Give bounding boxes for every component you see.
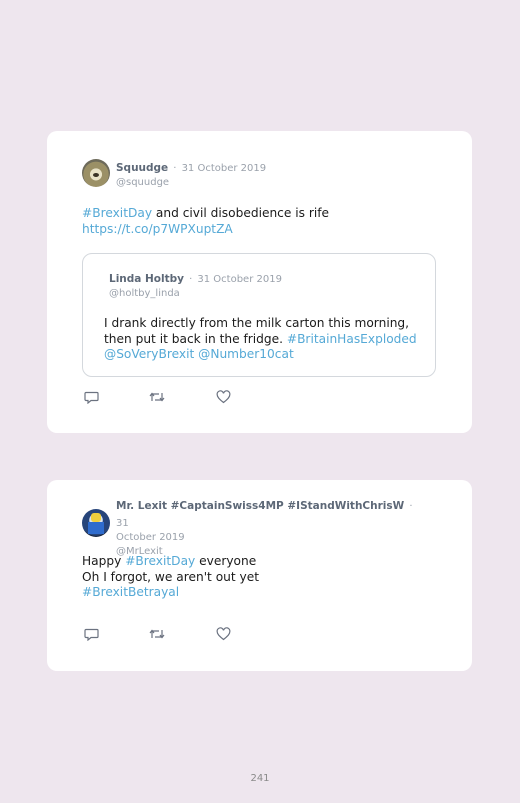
avatar-snout (93, 173, 99, 177)
hashtag-link[interactable]: #BrexitBetrayal (82, 585, 179, 599)
quoted-tweet-date[interactable]: 31 October 2019 (197, 274, 282, 285)
tweet-actions (83, 626, 281, 642)
like-button[interactable] (215, 389, 231, 405)
retweet-button[interactable] (149, 389, 165, 405)
reply-icon (83, 391, 99, 404)
quoted-author-handle[interactable]: @holtby_linda (109, 287, 282, 301)
page-number: 241 (250, 773, 270, 784)
avatar-body (88, 522, 104, 534)
tweet-actions (83, 389, 281, 405)
tweet-line-2: Oh I forgot, we aren't out yet (82, 569, 260, 584)
author-name[interactable]: Squudge (116, 162, 168, 174)
quoted-tweet[interactable]: Linda Holtby · 31 October 2019 @holtby_l… (82, 253, 436, 377)
avatar[interactable] (82, 509, 110, 537)
quoted-author-name[interactable]: Linda Holtby (109, 273, 184, 285)
quoted-author-meta: Linda Holtby · 31 October 2019 @holtby_l… (109, 270, 282, 301)
author-name[interactable]: Mr. Lexit #CaptainSwiss4MP #IStandWithCh… (116, 500, 404, 512)
mention-link[interactable]: @Number10cat (198, 347, 294, 361)
tweet-header: Mr. Lexit #CaptainSwiss4MP #IStandWithCh… (82, 497, 416, 559)
url-link[interactable]: https://t.co/p7WPXuptZA (82, 222, 233, 236)
tweet-text: Happy #BrexitDay everyone Oh I forgot, w… (82, 554, 259, 601)
tweet-date[interactable]: 31 October 2019 (182, 163, 267, 174)
tweet-body-text: and civil disobedience is rife (152, 206, 330, 220)
reply-button[interactable] (83, 626, 99, 642)
hashtag-link[interactable]: #BritainHasExploded (287, 332, 417, 346)
quoted-line-1: I drank directly from the milk carton th… (104, 316, 410, 330)
tweet-card: Squudge · 31 October 2019 @squudge #Brex… (47, 131, 472, 433)
avatar-head (91, 513, 101, 522)
author-meta: Mr. Lexit #CaptainSwiss4MP #IStandWithCh… (116, 497, 416, 559)
hashtag-link[interactable]: #BrexitDay (82, 206, 152, 220)
quoted-tweet-text: I drank directly from the milk carton th… (104, 316, 417, 363)
author-meta: Squudge · 31 October 2019 @squudge (116, 159, 266, 190)
tweet-text: #BrexitDay and civil disobedience is rif… (82, 206, 329, 237)
retweet-button[interactable] (149, 626, 165, 642)
tweet-header: Squudge · 31 October 2019 @squudge (82, 159, 266, 190)
separator-dot: · (409, 501, 413, 512)
separator-dot: · (173, 163, 177, 174)
tweet-date-part[interactable]: 31 (116, 518, 129, 529)
retweet-icon (149, 392, 165, 402)
like-icon (216, 390, 230, 404)
quoted-line-2: then put it back in the fridge. (104, 331, 287, 346)
tweet-card: Mr. Lexit #CaptainSwiss4MP #IStandWithCh… (47, 480, 472, 671)
mention-link[interactable]: @SoVeryBrexit (104, 347, 194, 361)
separator-dot: · (189, 274, 193, 285)
tweet-date[interactable]: October 2019 (116, 531, 416, 545)
reply-icon (83, 628, 99, 641)
tweet-line-text: Happy (82, 554, 126, 568)
tweet-line-text: everyone (195, 554, 257, 568)
avatar[interactable] (82, 159, 110, 187)
author-handle[interactable]: @squudge (116, 176, 266, 190)
reply-button[interactable] (83, 389, 99, 405)
like-button[interactable] (215, 626, 231, 642)
retweet-icon (149, 629, 165, 639)
like-icon (216, 627, 230, 641)
hashtag-link[interactable]: #BrexitDay (125, 554, 195, 568)
